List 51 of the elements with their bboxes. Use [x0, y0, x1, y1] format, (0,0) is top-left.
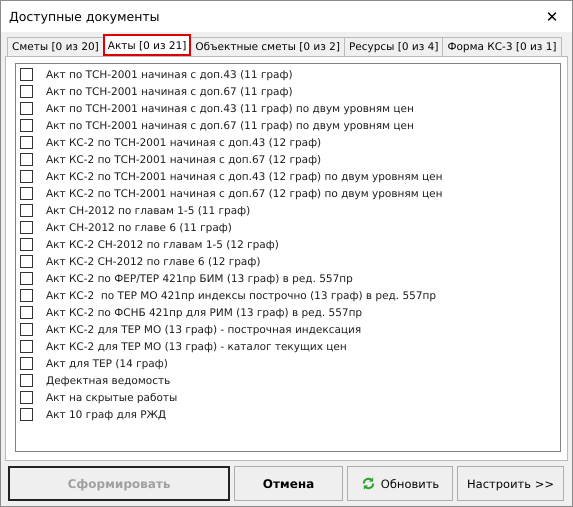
document-label[interactable]: Акт КС-2 СН-2012 по главе 6 (12 граф)	[46, 256, 260, 268]
document-label[interactable]: Акт КС-2 для ТЕР МО (13 граф) - построчная индексация	[46, 324, 362, 336]
document-label[interactable]: Акт по ТСН-2001 начиная с доп.67 (11 граф)	[46, 86, 293, 98]
action-button[interactable]: Отмена	[234, 466, 343, 501]
document-label[interactable]: Акт КС-2 для ТЕР МО (13 граф) - каталог текущих цен	[46, 340, 347, 352]
document-label[interactable]: Акт КС-2 по ТСН-2001 начиная с доп.43 (12 граф)	[46, 136, 322, 148]
checkbox[interactable]	[20, 323, 33, 336]
document-label[interactable]: Акт по ТСН-2001 начиная с доп.67 (11 граф) по двум уровням цен	[46, 120, 414, 132]
document-label[interactable]: Акт КС-2 по ТСН-2001 начиная с доп.67 (12 граф) по двум уровням цен	[46, 188, 442, 200]
checkbox[interactable]	[20, 187, 33, 200]
checkbox[interactable]	[20, 340, 33, 353]
checkbox[interactable]	[20, 238, 33, 251]
refresh-icon	[360, 476, 376, 491]
checkbox[interactable]	[20, 391, 33, 404]
action-button[interactable]: Обновить	[347, 466, 453, 501]
document-label[interactable]: Дефектная ведомость	[46, 374, 170, 386]
checkbox[interactable]	[20, 136, 33, 149]
checkbox[interactable]	[20, 306, 33, 319]
tab[interactable]: Форма КС-3 [0 из 1]	[442, 37, 562, 56]
checkbox[interactable]	[20, 272, 33, 285]
document-label[interactable]: Акт КС-2 по ТСН-2001 начиная с доп.43 (12 граф) по двум уровням цен	[46, 170, 442, 182]
checkbox[interactable]	[20, 255, 33, 268]
checkbox[interactable]	[20, 153, 33, 166]
checkbox[interactable]	[20, 221, 33, 234]
tab[interactable]: Акты [0 из 21]	[102, 34, 192, 56]
checkbox[interactable]	[20, 204, 33, 217]
document-label[interactable]: Акт по ТСН-2001 начиная с доп.43 (11 граф)	[46, 68, 293, 80]
document-label[interactable]: Акт КС-2 по ТЕР МО 421пр индексы построчно (13 граф) в ред. 557пр	[46, 290, 436, 302]
document-label[interactable]: Акт по ТСН-2001 начиная с доп.43 (11 граф) по двум уровням цен	[46, 102, 414, 114]
checkbox[interactable]	[20, 357, 33, 370]
checkbox[interactable]	[20, 85, 33, 98]
close-button[interactable]: ✕	[532, 2, 572, 32]
checkbox[interactable]	[20, 102, 33, 115]
document-label[interactable]: Акт КС-2 по ФСНБ 421пр для РИМ (13 граф) в ред. 557пр	[46, 306, 362, 318]
document-label[interactable]: Акт СН-2012 по главе 6 (11 граф)	[46, 222, 232, 234]
window-title: Доступные документы	[9, 9, 160, 24]
checkbox[interactable]	[20, 374, 33, 387]
document-label[interactable]: Акт на скрытые работы	[46, 392, 178, 404]
tab[interactable]: Сметы [0 из 20]	[7, 37, 104, 56]
checkbox[interactable]	[20, 408, 33, 421]
checkbox[interactable]	[20, 170, 33, 183]
checkbox[interactable]	[20, 289, 33, 302]
document-label[interactable]: Акт СН-2012 по главам 1-5 (11 граф)	[46, 204, 250, 216]
document-label[interactable]: Акт КС-2 СН-2012 по главам 1-5 (12 граф)	[46, 238, 279, 250]
document-label[interactable]: Акт 10 граф для РЖД	[46, 408, 166, 420]
document-label[interactable]: Акт КС-2 по ФЕР/ТЕР 421пр БИМ (13 граф) в ред. 557пр	[46, 272, 353, 284]
action-button[interactable]: Настроить >>	[457, 466, 564, 501]
checkbox[interactable]	[20, 68, 33, 81]
document-label[interactable]: Акт для ТЕР (14 граф)	[46, 358, 168, 370]
checkbox[interactable]	[20, 119, 33, 132]
document-label[interactable]: Акт КС-2 по ТСН-2001 начиная с доп.67 (12 граф)	[46, 154, 322, 166]
